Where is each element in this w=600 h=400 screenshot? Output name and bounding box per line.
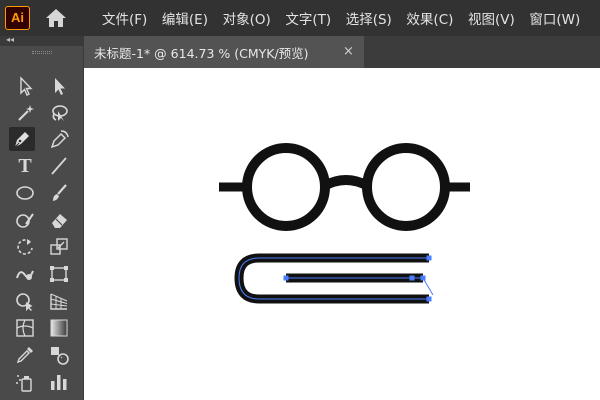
anchor-point bbox=[420, 275, 426, 281]
document-tab[interactable]: 未标题-1* @ 614.73 % (CMYK/预览) × bbox=[84, 36, 364, 68]
glasses-artwork[interactable] bbox=[219, 143, 470, 231]
mesh-tool-icon[interactable] bbox=[12, 316, 38, 340]
symbol-sprayer-tool-icon[interactable] bbox=[12, 370, 38, 394]
scale-tool-icon[interactable] bbox=[46, 235, 72, 259]
selection-tool-icon[interactable] bbox=[12, 74, 38, 98]
artwork bbox=[219, 143, 470, 304]
pen-tool-icon[interactable] bbox=[9, 127, 35, 151]
curvature-tool-icon[interactable] bbox=[46, 127, 72, 151]
warp-tool-icon[interactable] bbox=[12, 262, 38, 286]
main-menu: 文件(F) 编辑(E) 对象(O) 文字(T) 选择(S) 效果(C) 视图(V… bbox=[102, 0, 595, 36]
eraser-tool-icon[interactable] bbox=[46, 208, 72, 232]
blend-tool-icon[interactable] bbox=[46, 343, 72, 367]
perspective-grid-tool-icon[interactable] bbox=[46, 289, 72, 313]
type-tool-icon[interactable]: T bbox=[12, 154, 38, 178]
collapse-panel-icon[interactable]: ◂◂ bbox=[6, 35, 14, 45]
anchor-point bbox=[409, 275, 415, 281]
menu-file[interactable]: 文件(F) bbox=[102, 8, 147, 28]
gradient-tool-icon[interactable] bbox=[46, 316, 72, 340]
illustrator-logo: Ai bbox=[5, 6, 30, 30]
document-tab-label: 未标题-1* @ 614.73 % (CMYK/预览) bbox=[94, 45, 309, 61]
close-icon[interactable]: × bbox=[343, 45, 354, 59]
artboard-canvas[interactable] bbox=[84, 68, 600, 400]
column-graph-tool-icon[interactable] bbox=[46, 370, 72, 394]
menu-select[interactable]: 选择(S) bbox=[346, 8, 392, 28]
menu-effect[interactable]: 效果(C) bbox=[406, 8, 453, 28]
anchor-point bbox=[283, 275, 289, 281]
panel-grip[interactable] bbox=[32, 51, 52, 54]
menu-type[interactable]: 文字(T) bbox=[285, 8, 331, 28]
anchor-point bbox=[426, 255, 432, 261]
tools-panel-header: ◂◂ bbox=[0, 35, 84, 46]
tools-panel: ◂◂ T bbox=[0, 35, 84, 400]
free-transform-tool-icon[interactable] bbox=[46, 262, 72, 286]
direct-selection-tool-icon[interactable] bbox=[46, 74, 72, 98]
lasso-tool-icon[interactable] bbox=[46, 101, 72, 125]
paintbrush-tool-icon[interactable] bbox=[46, 181, 72, 205]
menu-edit[interactable]: 编辑(E) bbox=[162, 8, 208, 28]
menu-bar: Ai 文件(F) 编辑(E) 对象(O) 文字(T) 选择(S) 效果(C) 视… bbox=[0, 0, 600, 36]
type-tool-glyph: T bbox=[18, 155, 32, 177]
menu-object[interactable]: 对象(O) bbox=[223, 8, 271, 28]
menu-window[interactable]: 窗口(W) bbox=[529, 8, 580, 28]
menu-view[interactable]: 视图(V) bbox=[468, 8, 515, 28]
shaper-tool-icon[interactable] bbox=[12, 208, 38, 232]
magic-wand-tool-icon[interactable] bbox=[12, 101, 38, 125]
anchor-point bbox=[426, 296, 432, 302]
rotate-tool-icon[interactable] bbox=[12, 235, 38, 259]
book-artwork[interactable] bbox=[234, 253, 434, 304]
line-segment-tool-icon[interactable] bbox=[46, 154, 72, 178]
shape-builder-tool-icon[interactable] bbox=[12, 289, 38, 313]
ellipse-tool-icon[interactable] bbox=[12, 181, 38, 205]
eyedropper-tool-icon[interactable] bbox=[12, 343, 38, 367]
document-tab-bar: 未标题-1* @ 614.73 % (CMYK/预览) × bbox=[84, 36, 600, 68]
home-icon[interactable] bbox=[44, 7, 68, 29]
